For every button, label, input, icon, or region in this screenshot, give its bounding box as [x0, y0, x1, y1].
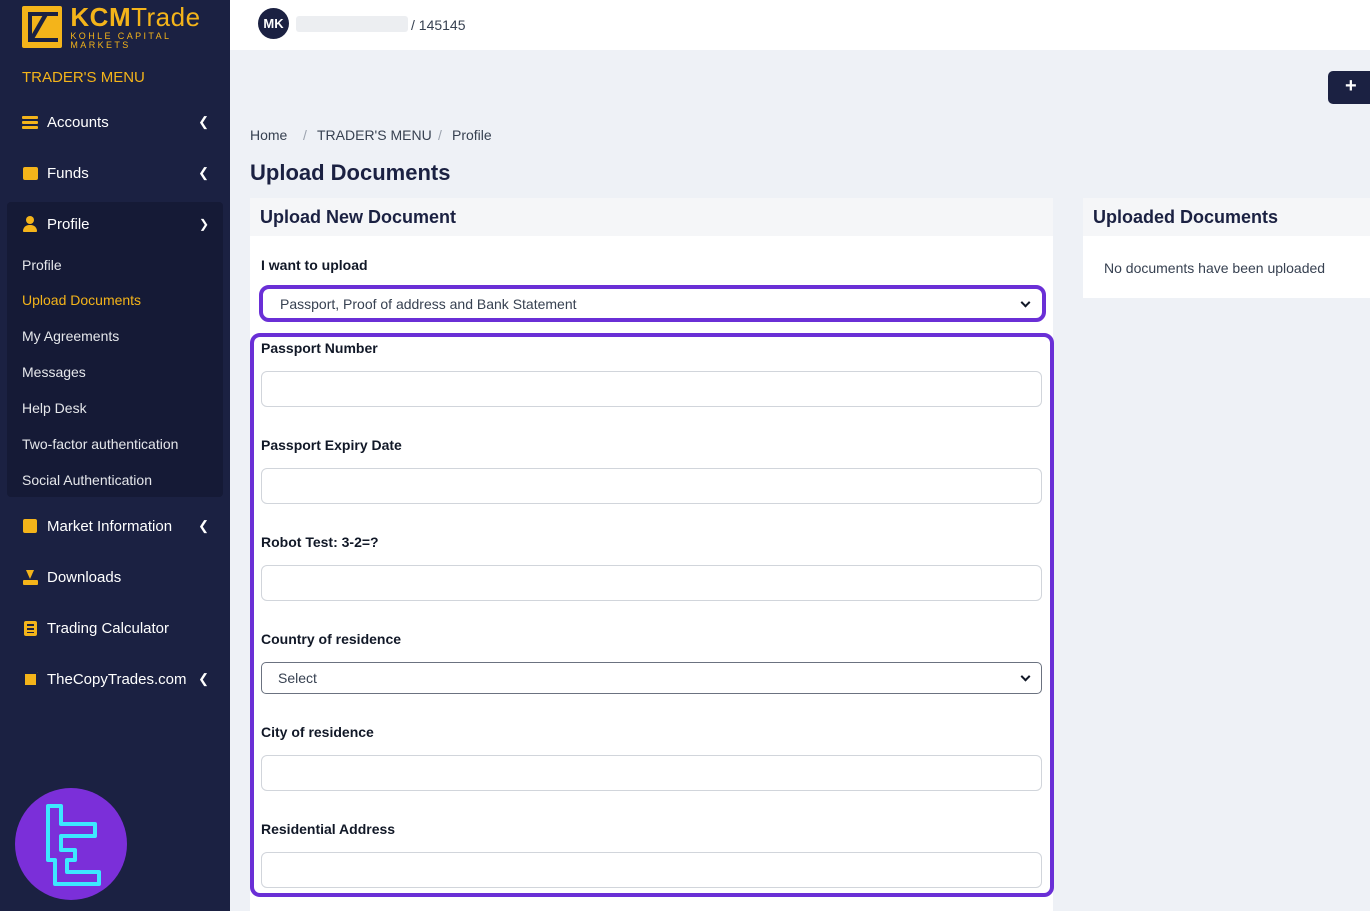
chevron-left-icon: ❮ [198, 671, 209, 686]
country-label: Country of residence [261, 631, 402, 647]
passport-expiry-input[interactable] [261, 468, 1042, 504]
empty-state-text: No documents have been uploaded [1104, 260, 1326, 276]
uploaded-documents-card: Uploaded Documents No documents have bee… [1083, 198, 1370, 298]
sidebar-item-trading-calculator[interactable]: Trading Calculator [7, 606, 223, 650]
user-icon [21, 215, 39, 233]
add-button[interactable]: + [1328, 71, 1370, 104]
sidebar-item-downloads[interactable]: Downloads [7, 555, 223, 599]
sidebar-item-market-information[interactable]: Market Information ❮ [7, 504, 223, 548]
breadcrumb-profile: Profile [452, 127, 492, 143]
sidebar-item-label: Accounts [47, 113, 109, 131]
submenu-item-messages[interactable]: Messages [22, 364, 86, 380]
sidebar-item-profile[interactable]: Profile ❯ [7, 202, 223, 246]
highlight-frame-select [259, 285, 1046, 322]
breadcrumb-traders-menu[interactable]: TRADER'S MENU [317, 127, 432, 143]
robot-test-label: Robot Test: 3-2=? [261, 534, 379, 550]
brand-name: KCMTrade [70, 2, 201, 32]
breadcrumb-home[interactable]: Home [250, 127, 287, 143]
highlight-frame-fields [250, 333, 1054, 897]
wallet-icon [21, 164, 39, 182]
chevron-down-icon: ❯ [198, 217, 209, 231]
chevron-down-icon [1020, 671, 1031, 682]
submenu-item-profile[interactable]: Profile [22, 257, 62, 273]
chevron-left-icon: ❮ [198, 114, 209, 129]
card-header: Uploaded Documents [1083, 198, 1370, 236]
chevron-left-icon: ❮ [198, 518, 209, 533]
submenu-item-my-agreements[interactable]: My Agreements [22, 328, 119, 344]
download-icon [21, 568, 39, 586]
profile-submenu: Profile Upload Documents My Agreements M… [7, 246, 223, 497]
watermark-logo-icon [15, 788, 127, 900]
brand-tagline: KOHLE CAPITAL MARKETS [70, 31, 172, 50]
top-bar: MK / 145145 [230, 0, 1370, 50]
menu-title: TRADER'S MENU [22, 69, 145, 86]
passport-expiry-label: Passport Expiry Date [261, 437, 402, 453]
robot-test-input[interactable] [261, 565, 1042, 601]
sidebar-item-label: TheCopyTrades.com [47, 670, 187, 688]
breadcrumb-separator: / [303, 127, 307, 143]
submenu-item-social-auth[interactable]: Social Authentication [22, 472, 152, 488]
sidebar-item-thecopytrades[interactable]: TheCopyTrades.com ❮ [7, 657, 223, 701]
country-select[interactable]: Select [261, 662, 1042, 694]
passport-number-label: Passport Number [261, 340, 378, 356]
chevron-left-icon: ❮ [198, 165, 209, 180]
calendar-icon [21, 517, 39, 535]
country-select-value: Select [278, 670, 317, 686]
address-input[interactable] [261, 852, 1042, 888]
avatar[interactable]: MK [258, 8, 289, 39]
account-id: / 145145 [411, 17, 466, 33]
kcm-logo-icon [22, 6, 63, 48]
address-label: Residential Address [261, 821, 396, 837]
submenu-item-two-factor[interactable]: Two-factor authentication [22, 436, 178, 452]
city-input[interactable] [261, 755, 1042, 791]
passport-number-input[interactable] [261, 371, 1042, 407]
sidebar-item-label: Downloads [47, 568, 122, 586]
sidebar-item-label: Trading Calculator [47, 619, 169, 637]
sidebar-item-accounts[interactable]: Accounts ❮ [7, 100, 223, 144]
submenu-item-help-desk[interactable]: Help Desk [22, 400, 87, 416]
card-title: Uploaded Documents [1093, 207, 1279, 227]
sidebar: KCMTrade KOHLE CAPITAL MARKETS TRADER'S … [0, 0, 230, 911]
upload-type-label: I want to upload [261, 257, 368, 273]
sidebar-item-label: Market Information [47, 517, 173, 535]
city-label: City of residence [261, 724, 374, 740]
submenu-item-upload-documents[interactable]: Upload Documents [22, 292, 141, 308]
breadcrumb-separator: / [438, 127, 442, 143]
sidebar-item-label: Profile [47, 215, 90, 233]
card-title: Upload New Document [260, 207, 457, 227]
page-title: Upload Documents [250, 160, 451, 185]
sidebar-item-funds[interactable]: Funds ❮ [7, 151, 223, 195]
sidebar-item-label: Funds [47, 164, 89, 182]
calculator-icon [21, 619, 39, 637]
redacted-user-name [296, 16, 408, 32]
list-icon [21, 113, 39, 131]
brand-logo[interactable]: KCMTrade KOHLE CAPITAL MARKETS [22, 4, 230, 50]
card-header: Upload New Document [250, 198, 1053, 236]
copy-icon [21, 670, 39, 688]
